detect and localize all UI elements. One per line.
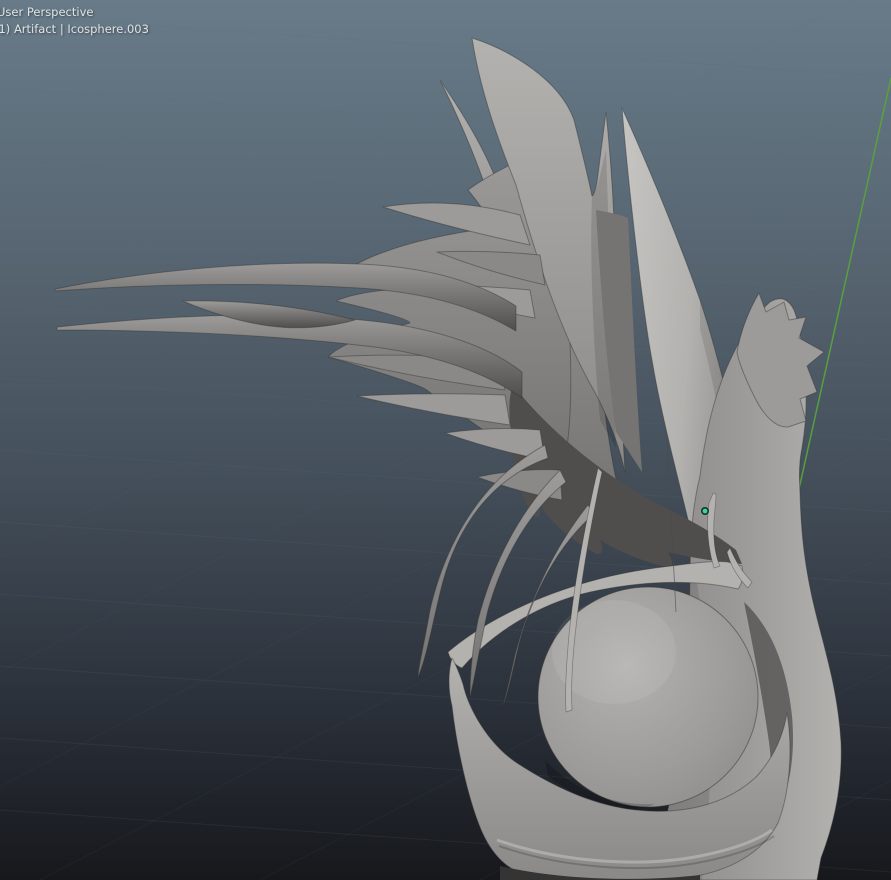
blender-3d-viewport[interactable]: User Perspective (1) Artifact | Icospher… bbox=[0, 0, 891, 880]
viewport-canvas[interactable] bbox=[0, 0, 891, 880]
object-origin-dot[interactable] bbox=[702, 508, 708, 514]
